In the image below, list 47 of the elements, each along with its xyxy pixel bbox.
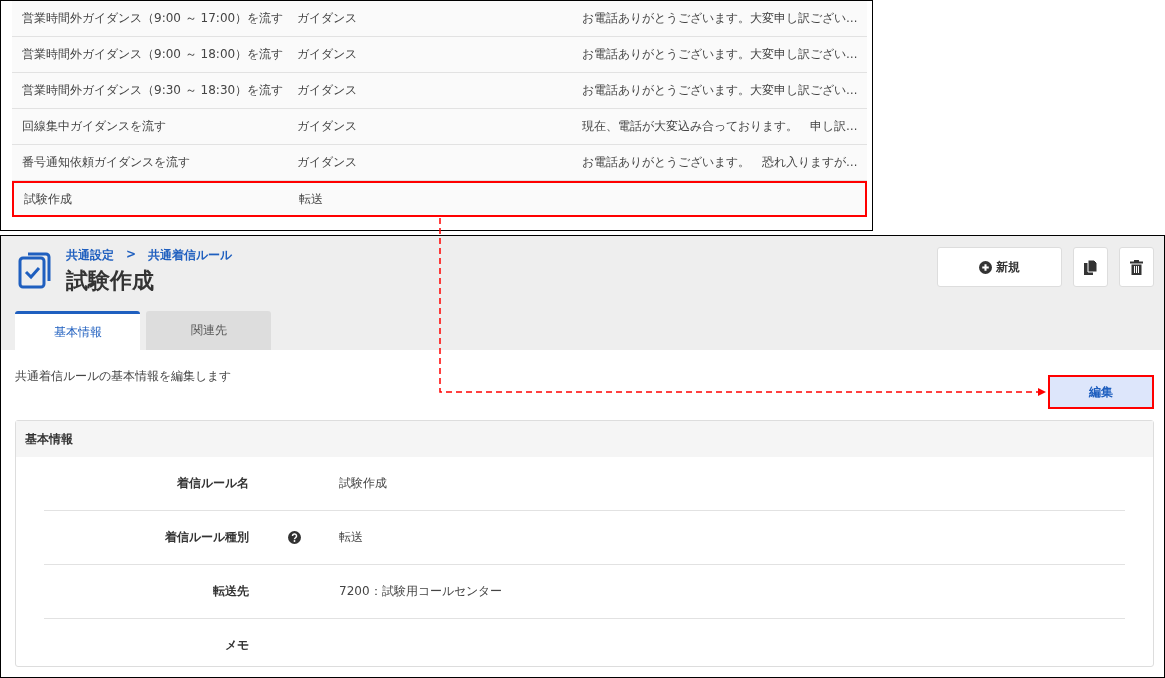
copy-icon xyxy=(1083,259,1098,275)
rule-name: 営業時間外ガイダンス（9:00 ～ 18:00）を流す xyxy=(21,46,285,63)
rule-message: お電話ありがとうございます。大変申し訳ござい… xyxy=(582,47,858,62)
rule-type: ガイダンス xyxy=(297,154,358,171)
help-icon xyxy=(287,531,301,544)
breadcrumb-link[interactable]: 共通設定 xyxy=(66,247,114,264)
description-text: 共通着信ルールの基本情報を編集します xyxy=(15,368,231,385)
page-title: 試験作成 xyxy=(66,267,155,295)
rule-name: 営業時間外ガイダンス（9:00 ～ 17:00）を流す xyxy=(21,10,285,27)
field-value: 転送 xyxy=(339,529,363,546)
breadcrumb-link[interactable]: 共通着信ルール xyxy=(148,247,233,264)
list-row[interactable]: 番号通知依頼ガイダンスを流す ガイダンス お電話ありがとうございます。 恐れ入りますが… xyxy=(12,145,867,181)
checkbox-stack-icon xyxy=(18,250,54,290)
list-row[interactable]: 回線集中ガイダンスを流す ガイダンス 現在、電話が大変込み合っております。 申し訳… xyxy=(12,109,867,145)
trash-icon xyxy=(1130,259,1143,275)
rule-type: ガイダンス xyxy=(297,82,358,99)
tab[interactable]: 基本情報 xyxy=(15,311,140,350)
rule-name: 回線集中ガイダンスを流す xyxy=(21,118,167,135)
rule-type: ガイダンス xyxy=(297,10,358,27)
list-row[interactable]: 営業時間外ガイダンス（9:00 ～ 18:00）を流す ガイダンス お電話ありがとうございます。大変申し訳ござい… xyxy=(12,37,867,73)
breadcrumb-separator: > xyxy=(126,247,137,263)
rule-type: ガイダンス xyxy=(297,46,358,63)
rule-message: 現在、電話が大変込み合っております。 申し訳… xyxy=(582,119,858,134)
rule-message: お電話ありがとうございます。大変申し訳ござい… xyxy=(582,83,858,98)
delete-button[interactable] xyxy=(1119,247,1154,287)
field-value: 試験作成 xyxy=(339,475,387,492)
new-button[interactable]: 新規 xyxy=(937,247,1062,287)
field-label: 転送先 xyxy=(212,583,249,600)
card-title: 基本情報 xyxy=(16,421,1153,457)
field-label: メモ xyxy=(224,637,249,654)
field-label: 着信ルール名 xyxy=(176,475,249,492)
list-row[interactable]: 営業時間外ガイダンス（9:30 ～ 18:30）を流す ガイダンス お電話ありがとうございます。大変申し訳ござい… xyxy=(12,73,867,109)
list-row[interactable]: 試験作成 転送 xyxy=(12,181,867,217)
field-value: 7200：試験用コールセンター xyxy=(339,583,502,600)
tab[interactable]: 関連先 xyxy=(146,311,271,350)
rule-type: 転送 xyxy=(299,190,324,208)
copy-button[interactable] xyxy=(1073,247,1108,287)
rule-message: お電話ありがとうございます。大変申し訳ござい… xyxy=(582,11,858,26)
rule-type: ガイダンス xyxy=(297,118,358,135)
rule-name: 営業時間外ガイダンス（9:30 ～ 18:30）を流す xyxy=(21,82,285,99)
rule-name: 試験作成 xyxy=(23,190,73,208)
rule-message: お電話ありがとうございます。 恐れ入りますが… xyxy=(582,155,858,170)
list-row[interactable]: 営業時間外ガイダンス（9:00 ～ 17:00）を流す ガイダンス お電話ありがとうございます。大変申し訳ござい… xyxy=(12,1,867,37)
rule-name: 番号通知依頼ガイダンスを流す xyxy=(21,154,191,171)
plus-circle-icon xyxy=(979,260,992,274)
edit-button[interactable]: 編集 xyxy=(1048,375,1154,409)
field-label: 着信ルール種別 xyxy=(164,529,249,546)
